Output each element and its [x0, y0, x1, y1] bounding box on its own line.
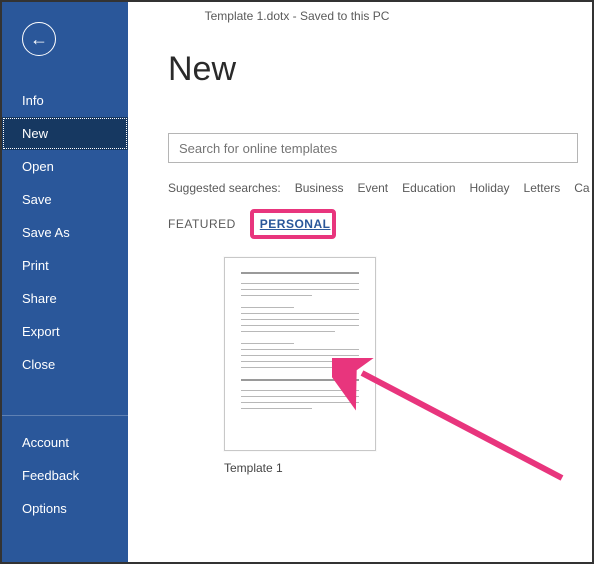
sidebar-item-open[interactable]: Open — [2, 150, 128, 183]
template-search[interactable] — [168, 133, 578, 163]
tab-featured[interactable]: FEATURED — [168, 217, 236, 231]
new-page: New Suggested searches: Business Event E… — [128, 2, 592, 562]
page-title: New — [168, 50, 592, 89]
backstage-sidebar: ← Info New Open Save Save As Print Share… — [2, 2, 128, 562]
suggested-holiday[interactable]: Holiday — [470, 181, 510, 195]
search-input[interactable] — [179, 141, 567, 156]
sidebar-item-export[interactable]: Export — [2, 315, 128, 348]
sidebar-item-options[interactable]: Options — [2, 492, 128, 525]
suggested-searches: Suggested searches: Business Event Educa… — [168, 181, 592, 195]
sidebar-item-save-as[interactable]: Save As — [2, 216, 128, 249]
template-tabs: FEATURED PERSONAL — [168, 217, 592, 231]
template-thumbnail[interactable] — [224, 257, 376, 451]
sidebar-item-share[interactable]: Share — [2, 282, 128, 315]
suggested-business[interactable]: Business — [295, 181, 344, 195]
sidebar-item-save[interactable]: Save — [2, 183, 128, 216]
suggested-education[interactable]: Education — [402, 181, 455, 195]
sidebar-item-account[interactable]: Account — [2, 426, 128, 459]
document-preview-icon — [241, 272, 359, 409]
sidebar-divider — [2, 415, 128, 426]
suggested-more[interactable]: Ca — [574, 181, 589, 195]
suggested-event[interactable]: Event — [357, 181, 388, 195]
sidebar-menu: Info New Open Save Save As Print Share E… — [2, 84, 128, 525]
suggested-letters[interactable]: Letters — [524, 181, 561, 195]
sidebar-item-print[interactable]: Print — [2, 249, 128, 282]
sidebar-item-close[interactable]: Close — [2, 348, 128, 381]
title-bar: Template 1.dotx - Saved to this PC — [2, 2, 592, 30]
tab-personal[interactable]: PERSONAL — [260, 217, 331, 231]
templates-grid: Template 1 — [224, 257, 592, 475]
sidebar-item-new[interactable]: New — [2, 117, 128, 150]
sidebar-item-info[interactable]: Info — [2, 84, 128, 117]
sidebar-item-feedback[interactable]: Feedback — [2, 459, 128, 492]
back-arrow-icon: ← — [30, 29, 48, 50]
suggested-label: Suggested searches: — [168, 181, 281, 195]
template-name: Template 1 — [224, 461, 592, 475]
title-text: Template 1.dotx - Saved to this PC — [205, 9, 390, 23]
